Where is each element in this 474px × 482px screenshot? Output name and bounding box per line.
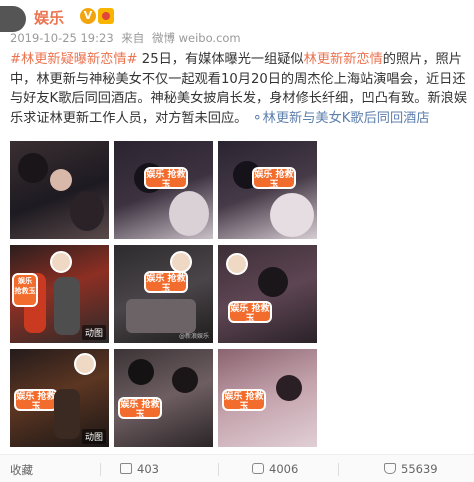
watermark-stamp: 娱乐 抢救玉: [252, 167, 296, 190]
comment-button[interactable]: 4006: [252, 462, 298, 476]
image-grid: 娱乐 抢救玉 娱乐 抢救玉 娱乐 抢救玉 动图 娱乐 抢救玉 @新浪娱乐 娱乐 …: [10, 141, 320, 447]
image-thumbnail-4[interactable]: 娱乐 抢救玉 动图: [10, 245, 109, 343]
hashtag-link[interactable]: #林更新疑曝新恋情#: [10, 52, 138, 67]
text-segment-1: 25日，有媒体曝光一组疑似: [137, 52, 304, 67]
divider: [338, 463, 339, 476]
image-thumbnail-5[interactable]: 娱乐 抢救玉 @新浪娱乐: [114, 245, 213, 343]
gif-badge: 动图: [81, 429, 106, 444]
share-count: 403: [137, 462, 159, 476]
divider: [218, 463, 219, 476]
inline-keyword-link[interactable]: 林更新新恋情: [304, 52, 383, 67]
watermark-stamp: 娱乐 抢救玉: [144, 271, 188, 294]
image-thumbnail-8[interactable]: 娱乐 抢救玉: [114, 349, 213, 447]
watermark-stamp: 娱乐 抢救玉: [228, 301, 272, 324]
post-text: #林更新疑曝新恋情# 25日，有媒体曝光一组疑似林更新新恋情的照片，照片中，林更…: [10, 50, 468, 128]
face-icon: [74, 353, 96, 375]
gif-badge: 动图: [81, 325, 106, 340]
post-timestamp[interactable]: 2019-10-25 19:23: [10, 31, 114, 45]
weibo-post: 娱乐 V 2019-10-25 19:23 来自 微博 weibo.com #林…: [0, 0, 474, 482]
favorite-button[interactable]: 收藏: [10, 462, 33, 478]
watermark-stamp: 娱乐 抢救玉: [144, 167, 188, 190]
image-thumbnail-6[interactable]: 娱乐 抢救玉: [218, 245, 317, 343]
like-count: 55639: [401, 462, 438, 476]
share-button[interactable]: 403: [120, 462, 159, 476]
watermark-stamp: 娱乐 抢救玉: [222, 389, 266, 412]
face-icon: [170, 251, 192, 273]
post-source[interactable]: 微博 weibo.com: [152, 31, 241, 45]
watermark-stamp: 娱乐 抢救玉: [14, 389, 58, 412]
image-thumbnail-3[interactable]: 娱乐 抢救玉: [218, 141, 317, 239]
author-name[interactable]: 娱乐: [34, 7, 64, 28]
comment-count: 4006: [269, 462, 299, 476]
image-thumbnail-7[interactable]: 娱乐 抢救玉 动图: [10, 349, 109, 447]
source-prefix: 来自: [121, 31, 145, 45]
image-thumbnail-2[interactable]: 娱乐 抢救玉: [114, 141, 213, 239]
watermark-stamp: 娱乐 抢救玉: [12, 273, 38, 307]
link-icon: ⚬: [251, 110, 263, 126]
like-icon: [384, 463, 396, 474]
post-meta: 2019-10-25 19:23 来自 微博 weibo.com: [10, 30, 245, 46]
image-thumbnail-1[interactable]: [10, 141, 109, 239]
post-action-bar: 收藏 403 4006 55639: [0, 454, 474, 482]
image-watermark: @新浪娱乐: [178, 333, 209, 340]
watermark-stamp: 娱乐 抢救玉: [118, 397, 162, 420]
verified-icon: V: [80, 8, 96, 24]
post-header: 娱乐 V 2019-10-25 19:23 来自 微博 weibo.com: [0, 0, 474, 48]
like-button[interactable]: 55639: [384, 462, 438, 476]
comment-icon: [252, 463, 264, 474]
topic-link[interactable]: 林更新与美女K歌后同回酒店: [263, 111, 430, 126]
face-icon: [50, 251, 72, 273]
author-avatar[interactable]: [0, 6, 26, 32]
face-icon: [226, 253, 248, 275]
image-thumbnail-9[interactable]: 娱乐 抢救玉: [218, 349, 317, 447]
member-badge-icon[interactable]: [98, 8, 114, 24]
share-icon: [120, 463, 132, 474]
divider: [100, 463, 101, 476]
